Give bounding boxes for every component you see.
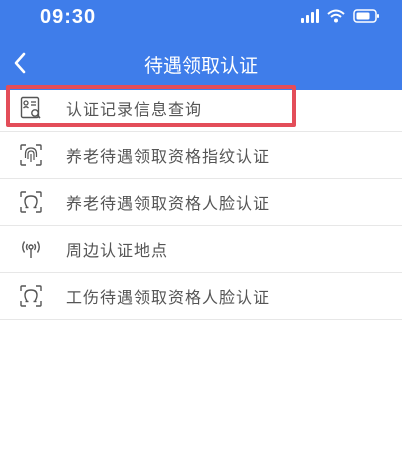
top-bar: 09:30 待遇领取认证 bbox=[0, 0, 402, 90]
menu-item-pension-fingerprint[interactable]: 养老待遇领取资格指纹认证 bbox=[0, 132, 402, 179]
menu-item-label: 认证记录信息查询 bbox=[66, 100, 203, 119]
location-signal-icon bbox=[19, 237, 43, 261]
menu-item-label: 工伤待遇领取资格人脸认证 bbox=[66, 288, 271, 307]
battery-icon bbox=[353, 9, 379, 23]
menu-item-injury-face[interactable]: 工伤待遇领取资格人脸认证 bbox=[0, 273, 402, 320]
status-bar: 09:30 bbox=[0, 0, 402, 36]
face-scan-icon bbox=[19, 284, 43, 308]
status-time: 09:30 bbox=[40, 6, 97, 28]
cellular-signal-icon bbox=[301, 9, 319, 23]
menu-item-pension-face[interactable]: 养老待遇领取资格人脸认证 bbox=[0, 179, 402, 226]
menu-item-label: 养老待遇领取资格指纹认证 bbox=[66, 147, 271, 166]
status-icons bbox=[301, 9, 380, 23]
record-search-icon bbox=[19, 96, 43, 120]
menu-list: 认证记录信息查询 养老待遇领取资格指纹认证 养老待遇领取资格人脸认证 周边认证地… bbox=[0, 85, 402, 320]
face-scan-icon bbox=[19, 190, 43, 214]
menu-item-label: 养老待遇领取资格人脸认证 bbox=[66, 194, 271, 213]
nav-bar: 待遇领取认证 bbox=[0, 36, 402, 90]
menu-item-label: 周边认证地点 bbox=[66, 241, 169, 260]
page-title: 待遇领取认证 bbox=[143, 55, 258, 77]
wifi-icon bbox=[327, 9, 345, 23]
menu-item-record-query[interactable]: 认证记录信息查询 bbox=[0, 85, 402, 132]
menu-item-nearby-locations[interactable]: 周边认证地点 bbox=[0, 226, 402, 273]
fingerprint-icon bbox=[19, 143, 43, 167]
